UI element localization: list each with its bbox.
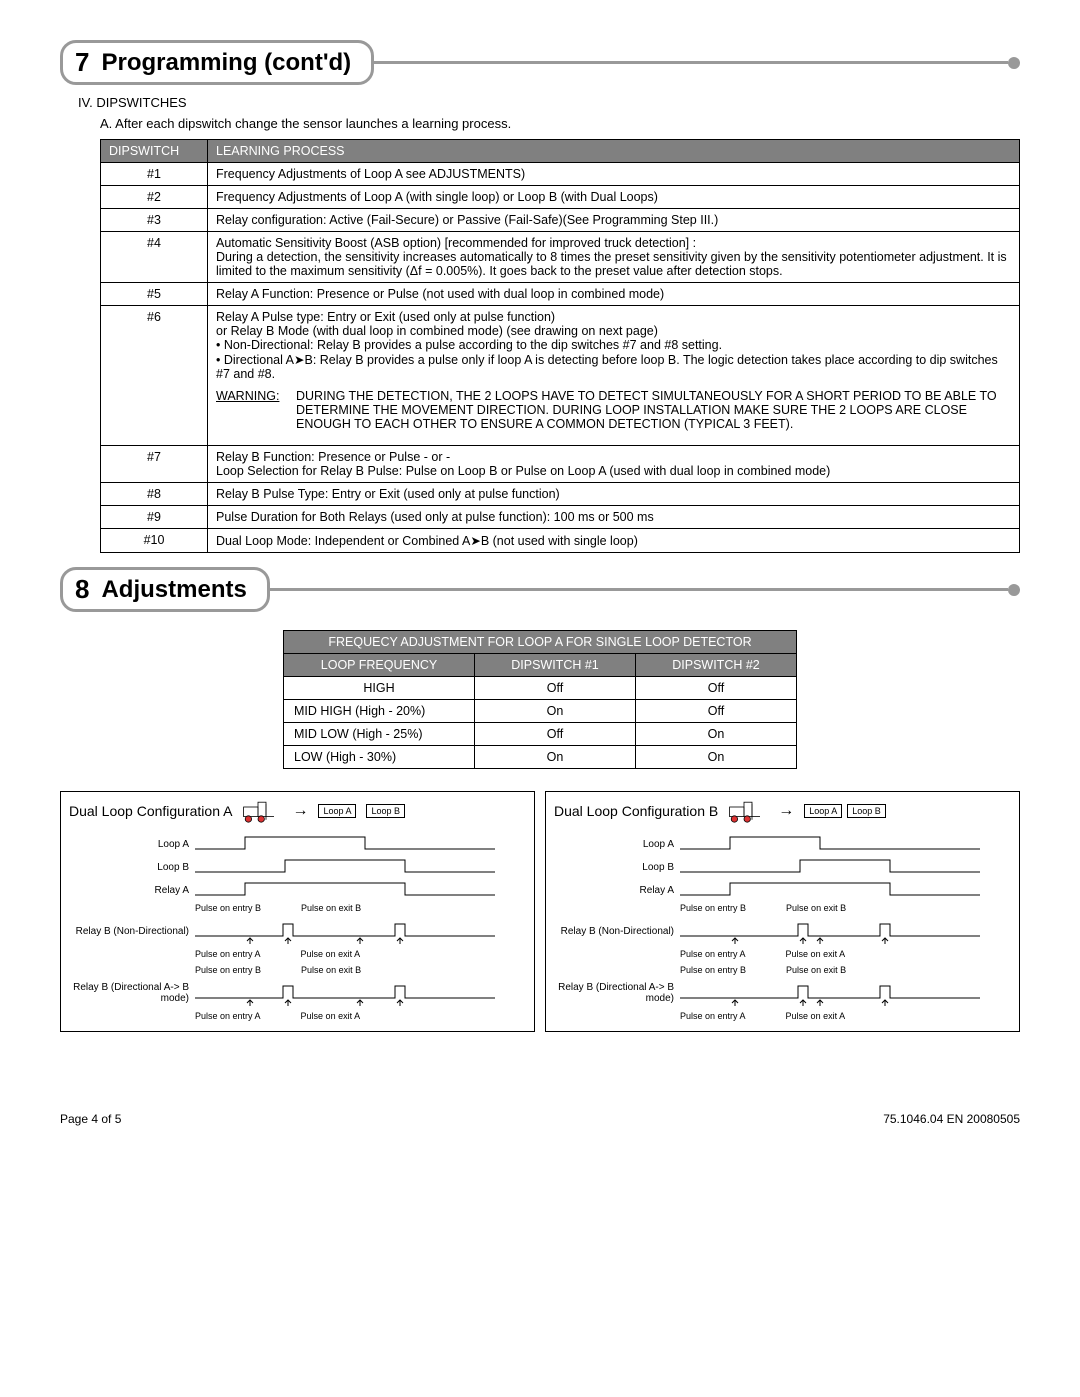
section-8-header: 8 Adjustments — [60, 567, 1020, 612]
dipswitch-sub: A. After each dipswitch change the senso… — [100, 116, 1020, 131]
diagrams-row: Dual Loop Configuration A → Loop A Loop … — [60, 791, 1020, 1032]
page-footer: Page 4 of 5 75.1046.04 EN 20080505 — [60, 1112, 1020, 1126]
diagram-b: Dual Loop Configuration B → Loop A Loop … — [545, 791, 1020, 1032]
dip-th-1: DIPSWITCH — [101, 140, 208, 163]
section-8-num: 8 — [75, 574, 89, 605]
dipswitch-heading: IV. DIPSWITCHES — [78, 95, 1020, 110]
dipswitch-table: DIPSWITCH LEARNING PROCESS #1Frequency A… — [100, 139, 1020, 553]
footer-right: 75.1046.04 EN 20080505 — [883, 1112, 1020, 1126]
footer-left: Page 4 of 5 — [60, 1112, 121, 1126]
forklift-icon — [728, 798, 768, 824]
dip-th-2: LEARNING PROCESS — [208, 140, 1020, 163]
section-7-header: 7 Programming (cont'd) — [60, 40, 1020, 85]
frequency-table: FREQUECY ADJUSTMENT FOR LOOP A FOR SINGL… — [283, 630, 797, 769]
section-7-num: 7 — [75, 47, 89, 78]
section-8-title: Adjustments — [101, 576, 246, 604]
section-7-title: Programming (cont'd) — [101, 49, 351, 77]
wave-icon — [195, 834, 526, 854]
forklift-icon — [242, 798, 282, 824]
diagram-a: Dual Loop Configuration A → Loop A Loop … — [60, 791, 535, 1032]
